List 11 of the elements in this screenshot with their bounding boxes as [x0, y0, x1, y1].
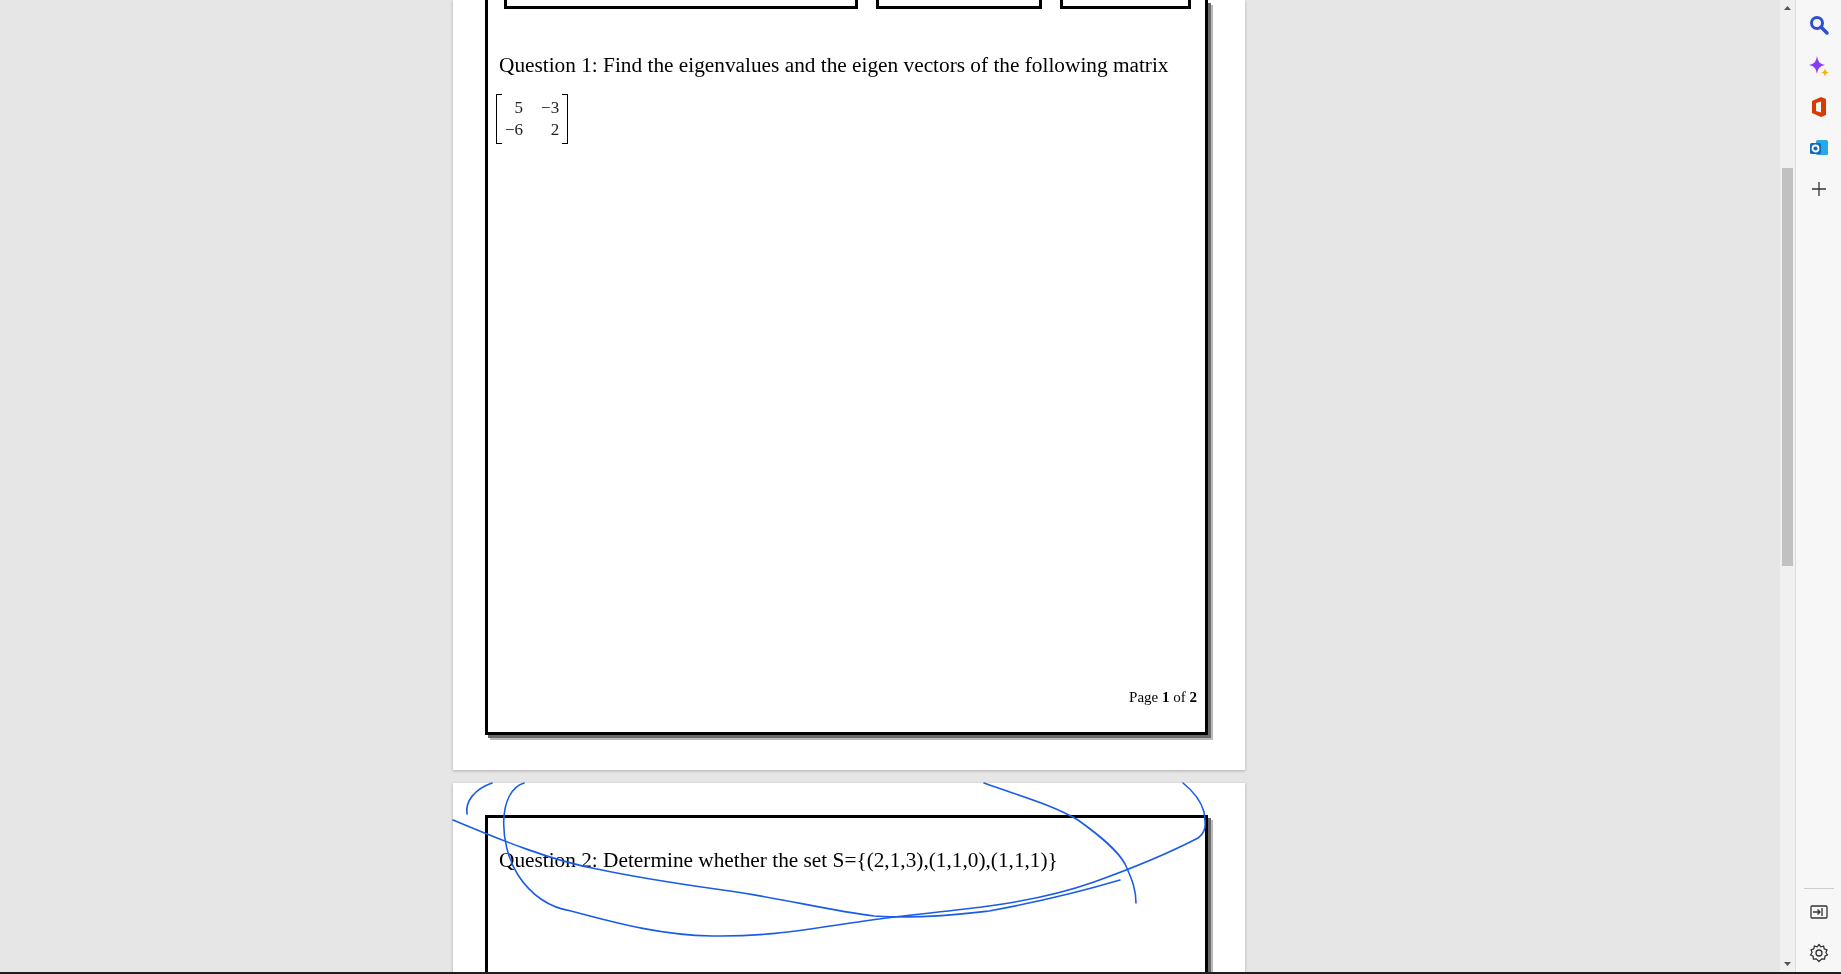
left-bracket	[496, 94, 502, 144]
right-bracket	[562, 94, 569, 144]
matrix-entry: −3	[541, 97, 560, 119]
matrix-entry: 5	[513, 97, 524, 119]
search-icon[interactable]	[1807, 14, 1830, 36]
settings-icon[interactable]	[1807, 942, 1830, 964]
question-text: Question 1: Find the eigenvalues and the eigen vectors of the following matrix	[498, 53, 1170, 78]
matrix-entry: 2	[549, 119, 560, 141]
scroll-thumb[interactable]	[1782, 168, 1793, 566]
matrix-entry: −6	[505, 119, 524, 141]
page-number: Page 1 of 2	[1129, 689, 1197, 706]
